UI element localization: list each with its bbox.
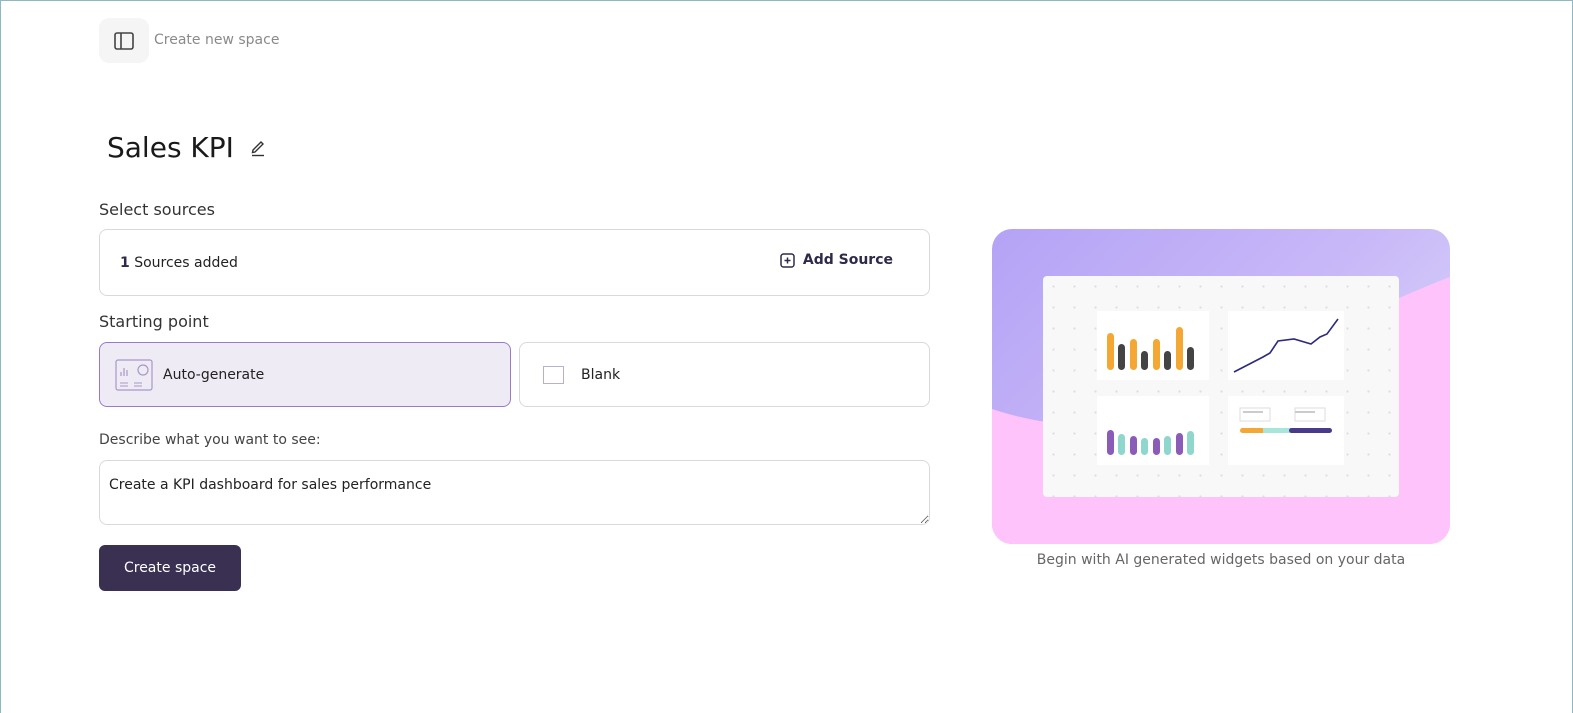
- dashboard-icon: [115, 358, 153, 391]
- column-widget: [1097, 396, 1209, 465]
- option-label: Blank: [581, 366, 621, 383]
- sidebar-toggle-button[interactable]: [99, 18, 149, 63]
- add-source-button[interactable]: Add Source: [780, 252, 893, 268]
- select-sources-label: Select sources: [99, 200, 215, 219]
- line-widget: [1228, 311, 1344, 380]
- option-blank[interactable]: Blank: [519, 342, 930, 407]
- bar-widget: [1097, 311, 1209, 380]
- sidebar-toggle-icon: [114, 31, 134, 50]
- description-input[interactable]: Create a KPI dashboard for sales perform…: [99, 460, 930, 525]
- add-source-label: Add Source: [802, 252, 893, 268]
- pencil-icon[interactable]: [249, 137, 267, 157]
- dashboard-mockup: [1043, 276, 1399, 497]
- create-space-button[interactable]: Create space: [99, 545, 241, 591]
- breadcrumb: Create new space: [154, 32, 280, 48]
- option-auto-generate[interactable]: Auto-generate: [99, 342, 511, 407]
- blank-square-icon: [543, 365, 564, 384]
- plus-square-icon: [780, 252, 795, 268]
- page-title: Sales KPI: [107, 131, 234, 164]
- option-label: Auto-generate: [163, 366, 265, 383]
- sources-count: 1: [120, 254, 130, 271]
- preview-caption: Begin with AI generated widgets based on…: [1036, 552, 1406, 568]
- preview-illustration: [992, 229, 1450, 544]
- timeline-widget: [1228, 396, 1344, 465]
- description-label: Describe what you want to see:: [99, 432, 321, 448]
- sources-count-label: Sources added: [129, 254, 238, 271]
- starting-point-label: Starting point: [99, 312, 209, 331]
- sources-box: 1 Sources added Add Source: [99, 229, 930, 296]
